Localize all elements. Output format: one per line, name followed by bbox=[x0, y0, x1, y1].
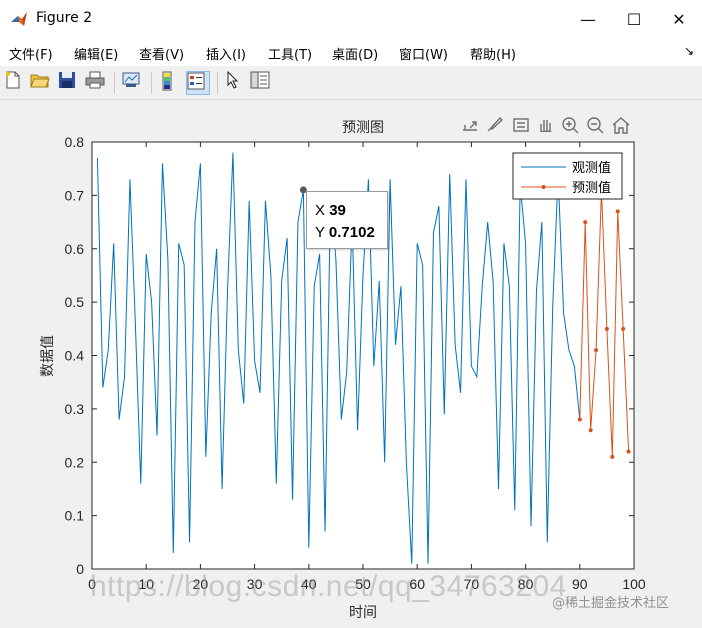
datatip-y-row: Y 0.7102 bbox=[315, 222, 387, 244]
link-plot-icon[interactable] bbox=[121, 71, 145, 95]
home-icon[interactable] bbox=[612, 117, 630, 134]
watermark-url: https://blog.csdn.net/qq_34763204 bbox=[90, 570, 567, 603]
chart-title: 预测图 bbox=[342, 120, 384, 136]
axes-toolbar bbox=[463, 116, 630, 134]
toolbar-separator bbox=[217, 72, 218, 94]
predicted-point[interactable] bbox=[610, 454, 615, 459]
menu-overflow-icon[interactable]: ↘ bbox=[684, 44, 694, 58]
datatip-y-label: Y bbox=[315, 224, 325, 241]
menu-file[interactable]: 文件(F) bbox=[9, 44, 53, 63]
predicted-point[interactable] bbox=[615, 209, 620, 214]
y-tick-label: 0 bbox=[76, 561, 84, 577]
y-tick-label: 0.6 bbox=[65, 241, 85, 257]
close-button[interactable]: ✕ bbox=[656, 0, 702, 38]
datatip[interactable]: X 39 Y 0.7102 bbox=[306, 191, 388, 249]
y-tick-label: 0.5 bbox=[65, 294, 85, 310]
y-tick-label: 0.8 bbox=[65, 134, 85, 150]
y-tick-label: 0.7 bbox=[65, 187, 85, 203]
zoom-in-icon[interactable] bbox=[562, 117, 579, 134]
print-icon[interactable] bbox=[85, 71, 109, 95]
menu-insert[interactable]: 插入(I) bbox=[206, 44, 246, 63]
menu-window[interactable]: 窗口(W) bbox=[399, 44, 448, 63]
window-title: Figure 2 bbox=[36, 10, 93, 26]
x-tick-label: 100 bbox=[622, 576, 646, 592]
open-file-icon[interactable] bbox=[30, 71, 54, 95]
close-icon: ✕ bbox=[672, 9, 686, 29]
insert-legend-icon[interactable] bbox=[186, 71, 210, 95]
figure-canvas: 预测图 时间 数据值 0 10 20 30 40 50 60 70 80 90 100 0 0.1 0.2… bbox=[0, 100, 702, 628]
legend[interactable]: 观测值 预测值 bbox=[512, 152, 623, 200]
datatip-x-row: X 39 bbox=[315, 200, 387, 222]
predicted-point[interactable] bbox=[577, 417, 582, 422]
predicted-point[interactable] bbox=[583, 220, 588, 225]
matlab-icon bbox=[11, 12, 27, 26]
predicted-point[interactable] bbox=[588, 428, 593, 433]
predicted-point[interactable] bbox=[604, 326, 609, 331]
y-tick-label: 0.3 bbox=[65, 401, 85, 417]
datatip-y-value: 0.7102 bbox=[328, 224, 375, 241]
watermark-badge: @稀土掘金技术社区 bbox=[552, 596, 670, 611]
y-axis-label: 数据值 bbox=[40, 335, 56, 377]
y-tick-label: 0.2 bbox=[65, 454, 85, 470]
datatip-icon[interactable] bbox=[513, 118, 529, 132]
property-inspector-icon[interactable] bbox=[250, 71, 274, 95]
export-icon[interactable] bbox=[463, 121, 477, 131]
datatip-x-label: X bbox=[315, 202, 326, 219]
figure-toolbar bbox=[0, 66, 702, 100]
minimize-icon: — bbox=[580, 9, 596, 29]
brush-icon[interactable] bbox=[487, 116, 504, 132]
figure-window: Figure 2 — ☐ ✕ 文件(F) 编辑(E) 查看(V) 插入(I) 工… bbox=[0, 0, 702, 628]
toolbar-separator bbox=[114, 72, 115, 94]
y-tick-label: 0.4 bbox=[65, 348, 85, 364]
line-chart[interactable]: 预测图 时间 数据值 0 10 20 30 40 50 60 70 80 90 10000.10.2… bbox=[0, 100, 702, 628]
save-icon[interactable] bbox=[58, 71, 82, 95]
zoom-out-icon[interactable] bbox=[587, 117, 604, 134]
y-tick-label: 0.1 bbox=[65, 508, 85, 524]
menu-tools[interactable]: 工具(T) bbox=[268, 44, 312, 63]
legend-label-observed: 观测值 bbox=[572, 160, 611, 176]
legend-label-predicted: 预测值 bbox=[572, 180, 611, 196]
pointer-icon[interactable] bbox=[224, 71, 248, 95]
legend-marker-predicted bbox=[541, 185, 546, 189]
datatip-x-value: 39 bbox=[329, 202, 346, 219]
menu-edit[interactable]: 编辑(E) bbox=[74, 44, 118, 63]
maximize-icon: ☐ bbox=[626, 9, 642, 29]
menu-desktop[interactable]: 桌面(D) bbox=[332, 44, 378, 63]
menu-help[interactable]: 帮助(H) bbox=[470, 44, 516, 63]
insert-colorbar-icon[interactable] bbox=[158, 71, 182, 95]
pan-icon[interactable] bbox=[540, 120, 552, 133]
predicted-point[interactable] bbox=[626, 449, 631, 454]
toolbar-separator bbox=[151, 72, 152, 94]
menu-bar: 文件(F) 编辑(E) 查看(V) 插入(I) 工具(T) 桌面(D) 窗口(W… bbox=[0, 38, 702, 66]
maximize-button[interactable]: ☐ bbox=[611, 0, 657, 38]
predicted-point[interactable] bbox=[621, 326, 626, 331]
menu-view[interactable]: 查看(V) bbox=[139, 44, 184, 63]
x-axis-label: 时间 bbox=[349, 605, 377, 621]
minimize-button[interactable]: — bbox=[565, 0, 611, 38]
title-bar: Figure 2 — ☐ ✕ bbox=[0, 0, 702, 38]
predicted-point[interactable] bbox=[594, 348, 599, 353]
new-figure-icon[interactable] bbox=[4, 71, 28, 95]
x-tick-label: 90 bbox=[572, 576, 588, 592]
